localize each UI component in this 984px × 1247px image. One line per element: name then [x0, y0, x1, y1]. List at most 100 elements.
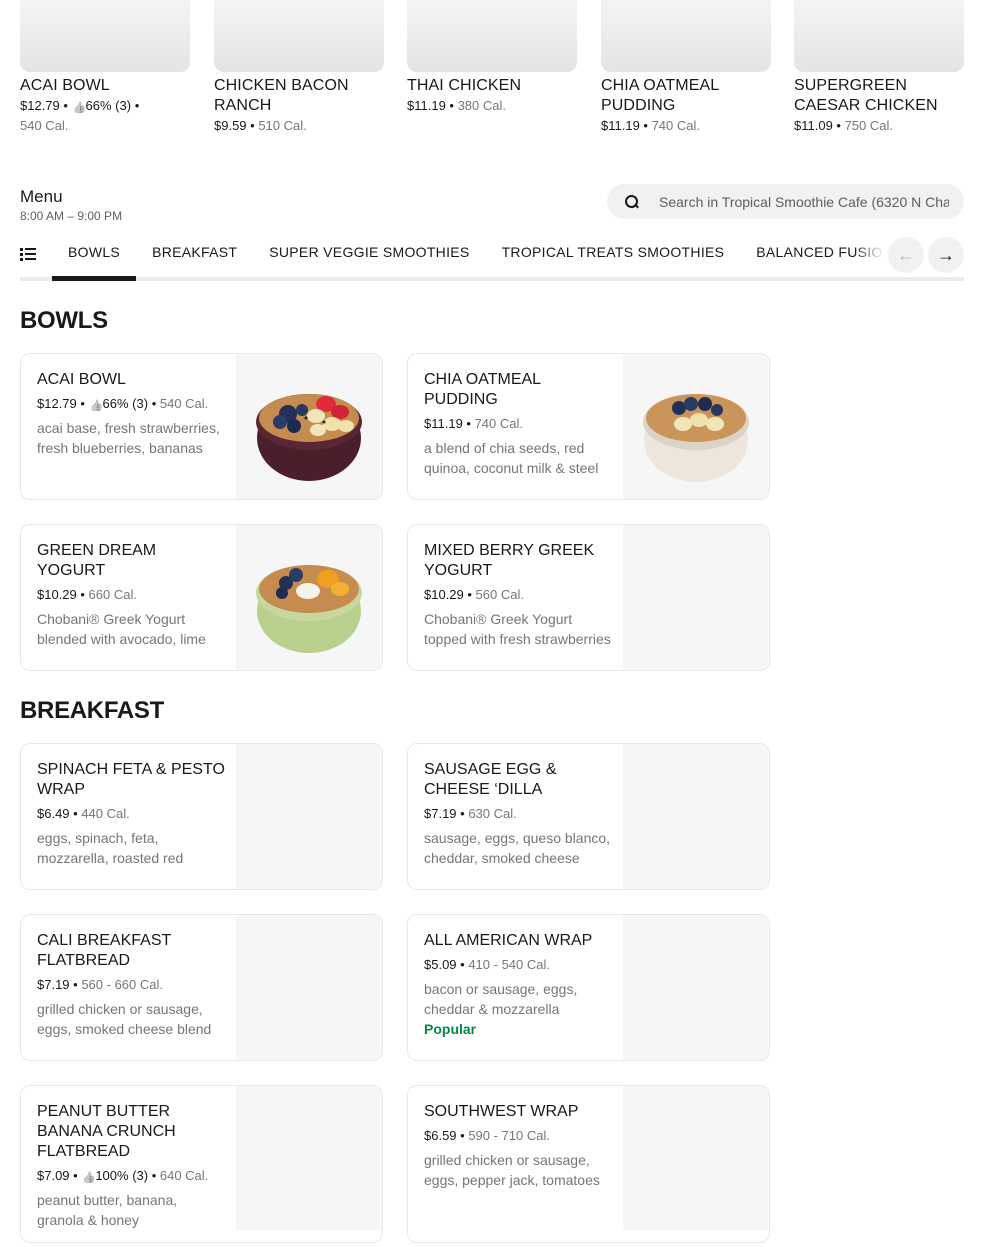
menu-item-card[interactable]: SOUTHWEST WRAP $6.59 • 590 - 710 Cal. gr… — [407, 1085, 770, 1243]
featured-item-calories: 540 Cal. — [20, 118, 69, 133]
menu-hours: 8:00 AM – 9:00 PM — [20, 209, 123, 223]
featured-item-rating: 66% (3) — [85, 98, 132, 113]
menu-item-card[interactable]: SAUSAGE EGG & CHEESE ‘DILLA $7.19 • 630 … — [407, 743, 770, 890]
menu-item-price: $5.09 — [424, 957, 457, 972]
featured-item-name: SUPERGREEN CAESAR CHICKEN — [794, 77, 938, 114]
menu-item-name: ACAI BOWL — [37, 371, 126, 388]
menu-item-calories: 660 Cal. — [88, 587, 137, 602]
menu-item-info: CHIA OATMEAL PUDDING $11.19 • 740 Cal. a… — [424, 370, 614, 478]
menu-item-image — [236, 744, 382, 889]
featured-item[interactable]: CHICKEN BACON RANCH $9.59 • 510 Cal. — [214, 0, 384, 136]
featured-item-price: $11.09 — [794, 118, 833, 133]
menu-item-description: sausage, eggs, queso blanco, cheddar, sm… — [424, 830, 611, 866]
category-tabs: BOWLS BREAKFAST SUPER VEGGIE SMOOTHIES TROP… — [52, 236, 884, 281]
featured-item[interactable]: ACAI BOWL $12.79 • 66% (3) • 540 Cal. — [20, 0, 190, 136]
menu-item-calories: 410 - 540 Cal. — [468, 957, 550, 972]
menu-item-price: $7.09 — [37, 1168, 70, 1183]
featured-item-price: $12.79 — [20, 98, 60, 113]
menu-item-card[interactable]: ACAI BOWL $12.79 • 66% (3) • 540 Cal. ac… — [20, 353, 383, 500]
search-icon — [625, 194, 639, 209]
popular-badge: Popular — [424, 1021, 477, 1037]
featured-item-price: $9.59 — [214, 118, 247, 133]
menu-item-description: Chobani® Greek Yogurt blended with avoca… — [37, 611, 206, 647]
menu-item-meta: $7.19 • 630 Cal. — [424, 806, 517, 821]
featured-item-image — [20, 0, 190, 72]
menu-item-description: eggs, spinach, feta, mozzarella, roasted… — [37, 830, 184, 866]
menu-item-price: $6.49 — [37, 806, 70, 821]
section-title-breakfast: BREAKFAST — [20, 697, 164, 724]
menu-item-rating: 66% (3) — [102, 396, 149, 411]
featured-item-name: ACAI BOWL — [20, 77, 110, 94]
featured-item-calories: 750 Cal. — [844, 118, 893, 133]
menu-item-image — [236, 1086, 382, 1230]
thumbs-up-icon — [74, 100, 85, 111]
featured-item-calories: 740 Cal. — [651, 118, 700, 133]
search-input[interactable] — [659, 193, 949, 210]
thumbs-up-icon — [83, 1170, 94, 1181]
menu-item-card[interactable]: PEANUT BUTTER BANANA CRUNCH FLATBREAD $7… — [20, 1085, 383, 1243]
menu-item-description: grilled chicken or sausage, eggs, pepper… — [424, 1152, 600, 1188]
featured-item-image — [794, 0, 964, 72]
featured-item-calories: 510 Cal. — [258, 118, 307, 133]
list-icon[interactable] — [20, 247, 36, 261]
menu-item-name: ALL AMERICAN WRAP — [424, 932, 593, 949]
menu-item-card[interactable]: ALL AMERICAN WRAP $5.09 • 410 - 540 Cal.… — [407, 914, 770, 1061]
menu-item-info: SAUSAGE EGG & CHEESE ‘DILLA $7.19 • 630 … — [424, 760, 614, 868]
menu-item-card[interactable]: SPINACH FETA & PESTO WRAP $6.49 • 440 Ca… — [20, 743, 383, 890]
tab-breakfast[interactable]: BREAKFAST — [136, 236, 253, 281]
menu-item-name: SPINACH FETA & PESTO WRAP — [37, 761, 225, 798]
menu-item-info: GREEN DREAM YOGURT $10.29 • 660 Cal. Cho… — [37, 541, 227, 649]
tab-tropical-treats-smoothies[interactable]: TROPICAL TREATS SMOOTHIES — [486, 236, 741, 281]
featured-item-name: THAI CHICKEN — [407, 77, 522, 94]
arrow-right-icon[interactable]: → — [928, 237, 964, 273]
featured-item-meta: $12.79 • 66% (3) • 540 Cal. — [20, 96, 190, 136]
thumbs-up-icon — [91, 398, 102, 409]
menu-item-meta: $12.79 • 66% (3) • 540 Cal. — [37, 394, 227, 414]
menu-item-image — [623, 1086, 769, 1230]
chia-pudding-image — [643, 394, 749, 482]
featured-item-meta: $9.59 • 510 Cal. — [214, 118, 307, 133]
menu-item-info: ALL AMERICAN WRAP $5.09 • 410 - 540 Cal.… — [424, 931, 614, 1037]
menu-item-meta: $7.19 • 560 - 660 Cal. — [37, 977, 163, 992]
menu-item-image — [236, 525, 382, 670]
menu-search[interactable] — [607, 184, 964, 219]
arrow-left-icon[interactable]: ← — [888, 237, 924, 273]
menu-item-card[interactable]: GREEN DREAM YOGURT $10.29 • 660 Cal. Cho… — [20, 524, 383, 671]
menu-item-card[interactable]: CALI BREAKFAST FLATBREAD $7.19 • 560 - 6… — [20, 914, 383, 1061]
menu-item-calories: 640 Cal. — [159, 1168, 209, 1183]
tab-bowls[interactable]: BOWLS — [52, 236, 137, 281]
menu-item-description: acai base, fresh strawberries, fresh blu… — [37, 420, 220, 456]
menu-item-name: CHIA OATMEAL PUDDING — [424, 371, 541, 408]
menu-item-name: GREEN DREAM YOGURT — [37, 542, 157, 579]
featured-item[interactable]: THAI CHICKEN $11.19 • 380 Cal. — [407, 0, 577, 116]
green-yogurt-image — [256, 565, 362, 653]
menu-item-image — [236, 354, 382, 499]
menu-item-price: $10.29 — [424, 587, 464, 602]
featured-item-calories: 380 Cal. — [457, 98, 506, 113]
menu-item-rating: 100% (3) — [95, 1168, 149, 1183]
menu-item-card[interactable]: MIXED BERRY GREEK YOGURT $10.29 • 560 Ca… — [407, 524, 770, 671]
menu-item-meta: $11.19 • 740 Cal. — [424, 416, 523, 431]
menu-item-image — [623, 354, 769, 499]
menu-item-name: MIXED BERRY GREEK YOGURT — [424, 542, 595, 579]
menu-item-description: peanut butter, banana, granola & honey — [37, 1192, 178, 1228]
acai-bowl-image — [256, 394, 362, 481]
menu-item-price: $11.19 — [424, 416, 463, 431]
menu-item-description: a blend of chia seeds, red quinoa, cocon… — [424, 440, 599, 476]
menu-item-name: SAUSAGE EGG & CHEESE ‘DILLA — [424, 761, 557, 798]
menu-item-info: CALI BREAKFAST FLATBREAD $7.19 • 560 - 6… — [37, 931, 227, 1039]
menu-item-calories: 560 - 660 Cal. — [81, 977, 163, 992]
menu-item-name: PEANUT BUTTER BANANA CRUNCH FLATBREAD — [37, 1103, 176, 1160]
menu-item-price: $12.79 — [37, 396, 77, 411]
menu-item-description: grilled chicken or sausage, eggs, smoked… — [37, 1001, 212, 1037]
menu-item-card[interactable]: CHIA OATMEAL PUDDING $11.19 • 740 Cal. a… — [407, 353, 770, 500]
featured-item-meta: $11.09 • 750 Cal. — [794, 118, 893, 133]
featured-item-image — [407, 0, 577, 72]
featured-item-image — [601, 0, 771, 72]
featured-item[interactable]: SUPERGREEN CAESAR CHICKEN $11.09 • 750 C… — [794, 0, 964, 136]
featured-item[interactable]: CHIA OATMEAL PUDDING $11.19 • 740 Cal. — [601, 0, 771, 136]
tab-super-veggie-smoothies[interactable]: SUPER VEGGIE SMOOTHIES — [253, 236, 485, 281]
menu-item-info: SPINACH FETA & PESTO WRAP $6.49 • 440 Ca… — [37, 760, 227, 868]
featured-item-name: CHICKEN BACON RANCH — [214, 77, 349, 114]
menu-item-name: SOUTHWEST WRAP — [424, 1103, 579, 1120]
